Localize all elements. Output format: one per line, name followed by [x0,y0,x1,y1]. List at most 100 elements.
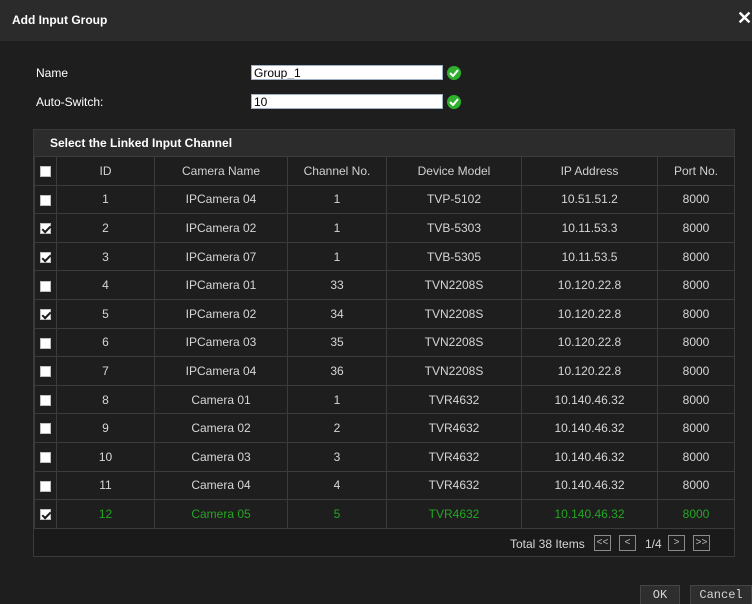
port-cell: 8000 [657,499,735,529]
id-cell: 11 [56,470,155,501]
row-select-cell [34,327,57,358]
id-cell: 8 [56,384,155,415]
table-row[interactable]: 1 IPCamera 04 1 TVP-5102 10.51.51.2 8000 [34,184,735,215]
row-checkbox[interactable] [40,509,51,521]
device-model-cell: TVR4632 [386,441,522,472]
table-header-row: ID Camera Name Channel No. Device Model … [34,156,735,186]
first-page-button[interactable]: << [594,535,611,551]
next-page-button[interactable]: > [668,535,685,551]
row-checkbox[interactable] [40,309,51,321]
camera-name-cell: IPCamera 04 [154,184,288,215]
camera-name-cell: IPCamera 01 [154,270,288,300]
ip-address-cell: 10.11.53.3 [521,213,658,243]
device-model-cell: TVP-5102 [386,184,522,215]
row-checkbox[interactable] [40,280,51,292]
row-checkbox[interactable] [40,452,51,464]
table-row[interactable]: 9 Camera 02 2 TVR4632 10.140.46.32 8000 [34,413,735,443]
row-checkbox[interactable] [40,366,51,378]
table-row[interactable]: 10 Camera 03 3 TVR4632 10.140.46.32 8000 [34,441,735,472]
row-checkbox[interactable] [40,337,51,349]
table-row[interactable]: 12 Camera 05 5 TVR4632 10.140.46.32 8000 [34,499,735,529]
port-cell: 8000 [657,298,735,329]
channel-cell: 4 [287,470,387,501]
column-header[interactable]: IP Address [521,156,658,186]
channel-cell: 5 [287,499,387,529]
port-cell: 8000 [657,470,735,501]
camera-name-cell: Camera 02 [154,413,288,443]
table-row[interactable]: 11 Camera 04 4 TVR4632 10.140.46.32 8000 [34,470,735,501]
channel-table: ID Camera Name Channel No. Device Model … [34,156,735,529]
total-items-label: Total 38 Items [510,537,585,551]
ok-button[interactable]: OK [640,585,680,604]
table-row[interactable]: 6 IPCamera 03 35 TVN2208S 10.120.22.8 8000 [34,327,735,358]
last-page-button[interactable]: >> [693,535,710,551]
row-checkbox[interactable] [40,423,51,435]
row-select-cell [34,441,57,472]
camera-name-cell: IPCamera 03 [154,327,288,358]
column-header[interactable]: Device Model [386,156,522,186]
device-model-cell: TVN2208S [386,298,522,329]
name-valid-check-icon [447,66,461,80]
port-cell: 8000 [657,327,735,358]
column-header[interactable]: Camera Name [154,156,288,186]
port-cell: 8000 [657,441,735,472]
row-checkbox[interactable] [40,394,51,406]
table-row[interactable]: 8 Camera 01 1 TVR4632 10.140.46.32 8000 [34,384,735,415]
row-select-cell [34,470,57,501]
port-cell: 8000 [657,270,735,300]
channel-cell: 34 [287,298,387,329]
device-model-cell: TVR4632 [386,470,522,501]
port-cell: 8000 [657,213,735,243]
table-row[interactable]: 7 IPCamera 04 36 TVN2208S 10.120.22.8 8000 [34,356,735,386]
table-row[interactable]: 3 IPCamera 07 1 TVB-5305 10.11.53.5 8000 [34,241,735,272]
prev-page-button[interactable]: < [619,535,636,551]
channel-cell: 35 [287,327,387,358]
row-checkbox[interactable] [40,251,51,263]
camera-name-cell: IPCamera 04 [154,356,288,386]
channel-cell: 3 [287,441,387,472]
id-cell: 3 [56,241,155,272]
table-row[interactable]: 4 IPCamera 01 33 TVN2208S 10.120.22.8 8000 [34,270,735,300]
device-model-cell: TVR4632 [386,499,522,529]
channel-cell: 1 [287,384,387,415]
port-cell: 8000 [657,413,735,443]
select-all-checkbox[interactable] [40,166,51,178]
device-model-cell: TVB-5303 [386,213,522,243]
ip-address-cell: 10.11.53.5 [521,241,658,272]
ip-address-cell: 10.120.22.8 [521,298,658,329]
table-row[interactable]: 2 IPCamera 02 1 TVB-5303 10.11.53.3 8000 [34,213,735,243]
camera-name-cell: Camera 01 [154,384,288,415]
close-icon[interactable]: ✕ [737,9,752,27]
ip-address-cell: 10.140.46.32 [521,384,658,415]
panel-header: Select the Linked Input Channel [34,130,734,156]
id-cell: 12 [56,499,155,529]
table-body: 1 IPCamera 04 1 TVP-5102 10.51.51.2 8000 2 IPCa… [34,184,735,529]
row-select-cell [34,270,57,300]
id-cell: 2 [56,213,155,243]
id-cell: 6 [56,327,155,358]
name-label: Name [36,66,69,80]
row-checkbox[interactable] [40,223,51,235]
row-checkbox[interactable] [40,480,51,492]
page-indicator: 1/4 [645,537,662,551]
row-checkbox[interactable] [40,194,51,206]
channel-cell: 1 [287,184,387,215]
column-header[interactable]: Port No. [657,156,735,186]
table-row[interactable]: 5 IPCamera 02 34 TVN2208S 10.120.22.8 8000 [34,298,735,329]
name-input[interactable] [251,65,443,80]
device-model-cell: TVN2208S [386,356,522,386]
row-select-cell [34,213,57,243]
autoswitch-input[interactable] [251,94,443,109]
camera-name-cell: Camera 03 [154,441,288,472]
title-bar: Add Input Group ✕ [0,0,752,41]
port-cell: 8000 [657,356,735,386]
camera-name-cell: IPCamera 02 [154,298,288,329]
column-header[interactable]: Channel No. [287,156,387,186]
camera-name-cell: Camera 05 [154,499,288,529]
ip-address-cell: 10.120.22.8 [521,327,658,358]
column-header[interactable]: ID [56,156,155,186]
add-input-group-dialog: Add Input Group ✕ Name Auto-Switch: Sele… [0,0,752,604]
row-select-cell [34,384,57,415]
cancel-button[interactable]: Cancel [690,585,752,604]
dialog-title: Add Input Group [12,13,108,27]
